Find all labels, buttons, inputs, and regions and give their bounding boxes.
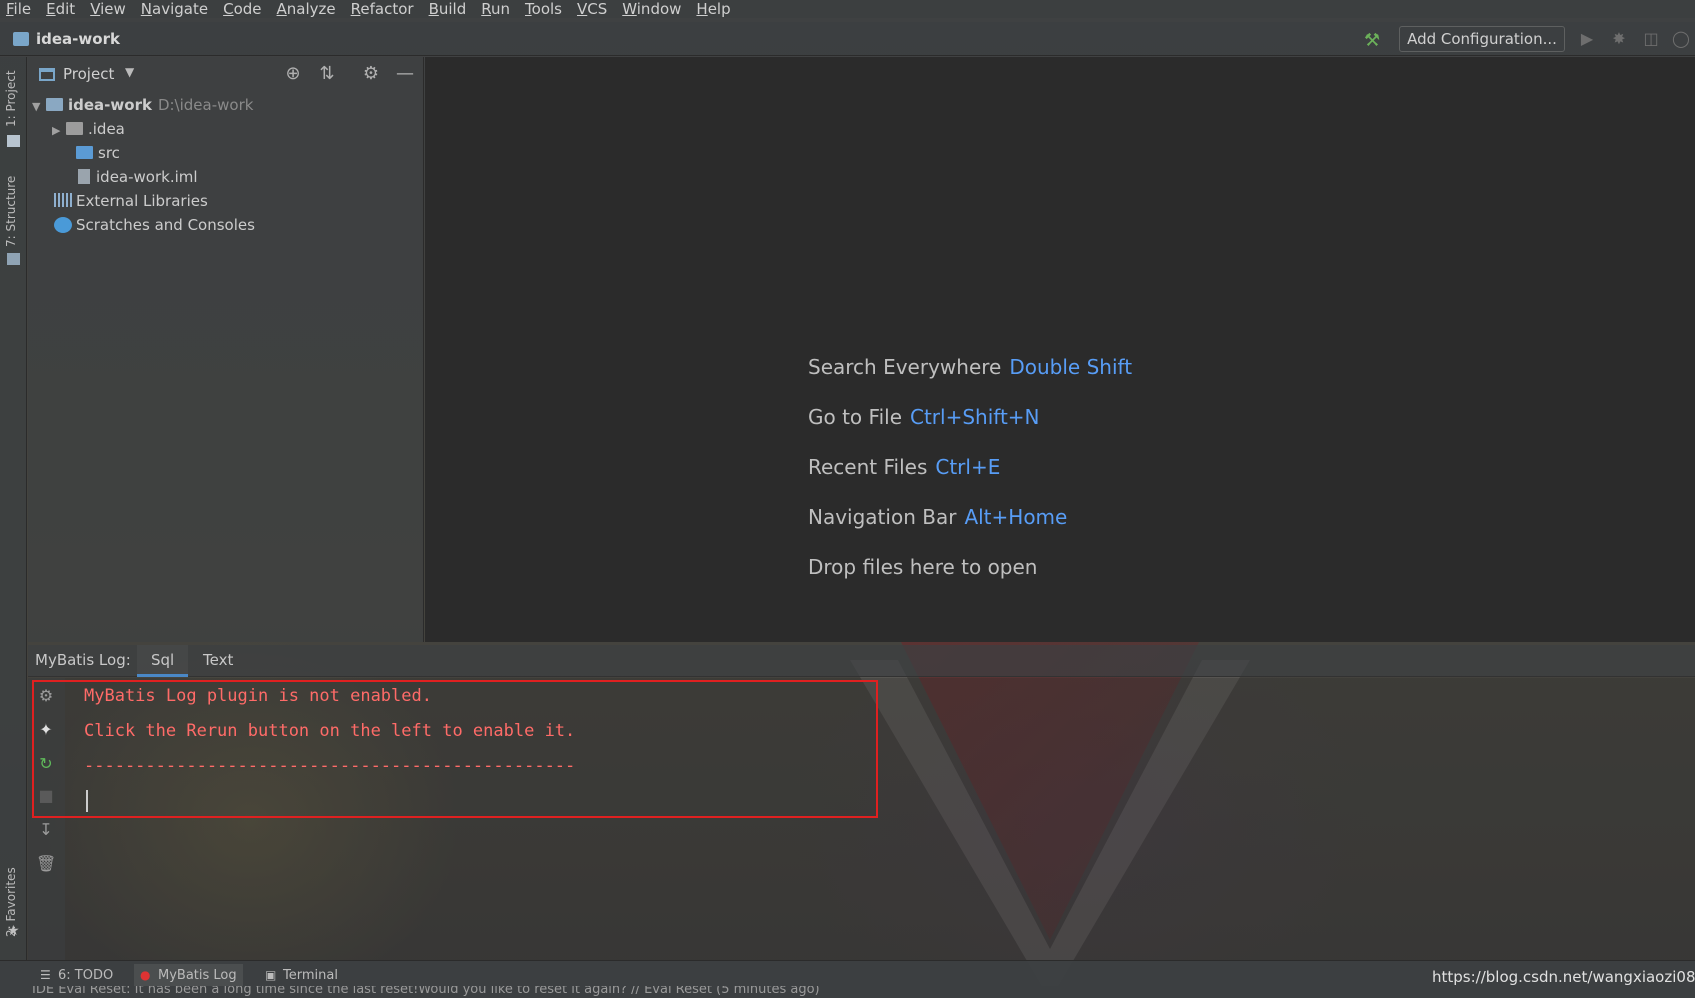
mybatis-log-header: MyBatis Log: Sql Text	[28, 645, 1695, 677]
menu-view[interactable]: View	[90, 0, 126, 18]
hint-label: Go to File	[808, 405, 902, 429]
log-line: MyBatis Log plugin is not enabled.	[84, 686, 432, 706]
hint-shortcut: Double Shift	[1009, 355, 1133, 379]
tree-item-label: Scratches and Consoles	[76, 216, 255, 234]
left-tool-stripe: 1: Project 7: Structure 2: Favorites ★	[0, 57, 27, 960]
library-icon	[54, 193, 72, 207]
list-icon: ☰	[40, 968, 51, 982]
tab-project[interactable]: 1: Project	[4, 70, 18, 127]
debug-icon[interactable]: ✸	[1610, 30, 1628, 48]
tree-item-label: idea-work.iml	[96, 168, 198, 186]
log-console-highlight[interactable]: MyBatis Log plugin is not enabled. Click…	[32, 680, 878, 818]
text-cursor	[86, 790, 88, 812]
tab-terminal[interactable]: ▣ Terminal	[265, 964, 338, 986]
tab-sql[interactable]: Sql	[137, 645, 189, 677]
build-hammer-icon[interactable]: ⚒	[1364, 30, 1384, 51]
expanded-arrow-icon[interactable]: ▼	[32, 95, 46, 119]
tree-item-iml[interactable]: idea-work.iml	[78, 165, 198, 189]
hint-shortcut: Ctrl+Shift+N	[910, 405, 1040, 429]
menu-build[interactable]: Build	[429, 0, 467, 18]
iml-file-icon	[78, 169, 90, 184]
menu-tools[interactable]: Tools	[525, 0, 562, 18]
mybatis-bird-icon: ●	[140, 968, 151, 982]
hint-shortcut: Alt+Home	[964, 505, 1068, 529]
hint-label: Navigation Bar	[808, 505, 957, 529]
collapsed-arrow-icon[interactable]: ▶	[52, 119, 66, 143]
tree-item-root[interactable]: ▼ idea-work D:\idea-work	[32, 93, 253, 117]
root-folder-path: D:\idea-work	[157, 96, 254, 114]
source-folder-icon	[76, 146, 93, 159]
menu-refactor[interactable]: Refactor	[351, 0, 414, 18]
tab-mybatis-log[interactable]: ● MyBatis Log	[134, 964, 243, 986]
tab-text[interactable]: Text	[189, 645, 247, 677]
tab-structure[interactable]: 7: Structure	[4, 176, 18, 247]
log-line: Click the Rerun button on the left to en…	[84, 721, 576, 741]
minimize-icon[interactable]: —	[394, 63, 416, 85]
coverage-icon[interactable]: ◫	[1642, 30, 1660, 48]
tab-todo[interactable]: ☰ 6: TODO	[40, 964, 113, 986]
scratches-icon	[54, 217, 72, 233]
tree-item-scratches[interactable]: Scratches and Consoles	[54, 213, 255, 237]
project-view-selector[interactable]: Project	[63, 65, 114, 83]
menu-file[interactable]: File	[6, 0, 31, 18]
tree-item-label: External Libraries	[76, 192, 208, 210]
hint-go-to-file: Go to File Ctrl+Shift+N	[808, 405, 1040, 429]
add-configuration-button[interactable]: Add Configuration...	[1399, 26, 1565, 52]
menu-code[interactable]: Code	[223, 0, 261, 18]
module-folder-icon	[46, 98, 63, 111]
chevron-down-icon[interactable]: ▼	[125, 65, 134, 79]
tree-item-label: .idea	[88, 120, 125, 138]
hint-navigation-bar: Navigation Bar Alt+Home	[808, 505, 1067, 529]
tree-item-external-libraries[interactable]: External Libraries	[54, 189, 208, 213]
project-folder-icon	[13, 32, 29, 46]
hint-recent-files: Recent Files Ctrl+E	[808, 455, 1000, 479]
tree-item-label: src	[98, 144, 120, 162]
star-icon: ★	[7, 923, 20, 939]
folder-icon	[66, 122, 83, 135]
scroll-to-end-icon[interactable]: ↧	[36, 820, 56, 840]
tab-label: Terminal	[283, 968, 338, 983]
hint-label: Drop files here to open	[808, 555, 1038, 579]
project-tool-window: Project ▼ ⊕ ⇅ ⚙ — ▼ idea-work D:\idea-work…	[28, 57, 424, 642]
project-view-icon	[39, 68, 55, 81]
watermark-url: https://blog.csdn.net/wangxiaozi088	[1432, 968, 1695, 986]
run-icon[interactable]: ▶	[1578, 30, 1596, 48]
status-bar: IDE Eval Reset: It has been a long time …	[0, 986, 1695, 998]
breadcrumb-project[interactable]: idea-work	[36, 30, 120, 48]
navigation-bar: idea-work ⚒ Add Configuration... ▶ ✸ ◫ ◯	[0, 22, 1695, 56]
terminal-icon: ▣	[265, 968, 277, 982]
hint-shortcut: Ctrl+E	[935, 455, 1001, 479]
hint-label: Recent Files	[808, 455, 928, 479]
status-message[interactable]: IDE Eval Reset: It has been a long time …	[32, 986, 820, 997]
gear-icon[interactable]: ⚙	[360, 63, 382, 85]
menu-bar: File Edit View Navigate Code Analyze Ref…	[0, 0, 1695, 18]
mybatis-log-body: ⚙ ✦ ↻ ■ ↧ 🗑 MyBatis Log plugin is not en…	[28, 678, 1695, 960]
menu-window[interactable]: Window	[622, 0, 681, 18]
root-folder-name: idea-work	[68, 96, 152, 114]
menu-edit[interactable]: Edit	[46, 0, 75, 18]
menu-run[interactable]: Run	[481, 0, 510, 18]
tree-item-src[interactable]: src	[76, 141, 120, 165]
tab-label: MyBatis Log	[158, 968, 237, 983]
tab-label: 6: TODO	[58, 968, 114, 983]
collapse-all-icon[interactable]: ⇅	[316, 63, 338, 85]
menu-analyze[interactable]: Analyze	[277, 0, 336, 18]
project-tab-icon	[7, 135, 20, 147]
menu-vcs[interactable]: VCS	[577, 0, 607, 18]
hint-label: Search Everywhere	[808, 355, 1002, 379]
trash-icon[interactable]: 🗑	[36, 854, 56, 874]
structure-tab-icon	[7, 253, 20, 265]
editor-empty-area[interactable]: Search Everywhere Double Shift Go to File…	[425, 57, 1695, 642]
log-separator: ----------------------------------------…	[84, 756, 576, 776]
locate-file-icon[interactable]: ⊕	[282, 63, 304, 85]
tree-item-idea[interactable]: ▶ .idea	[52, 117, 125, 141]
hint-drop-files: Drop files here to open	[808, 555, 1037, 579]
menu-help[interactable]: Help	[696, 0, 730, 18]
project-panel-header: Project ▼ ⊕ ⇅ ⚙ —	[28, 57, 424, 91]
hint-search-everywhere: Search Everywhere Double Shift	[808, 355, 1132, 379]
menu-navigate[interactable]: Navigate	[141, 0, 208, 18]
mybatis-log-title: MyBatis Log:	[35, 651, 131, 669]
profiler-icon[interactable]: ◯	[1672, 30, 1690, 48]
